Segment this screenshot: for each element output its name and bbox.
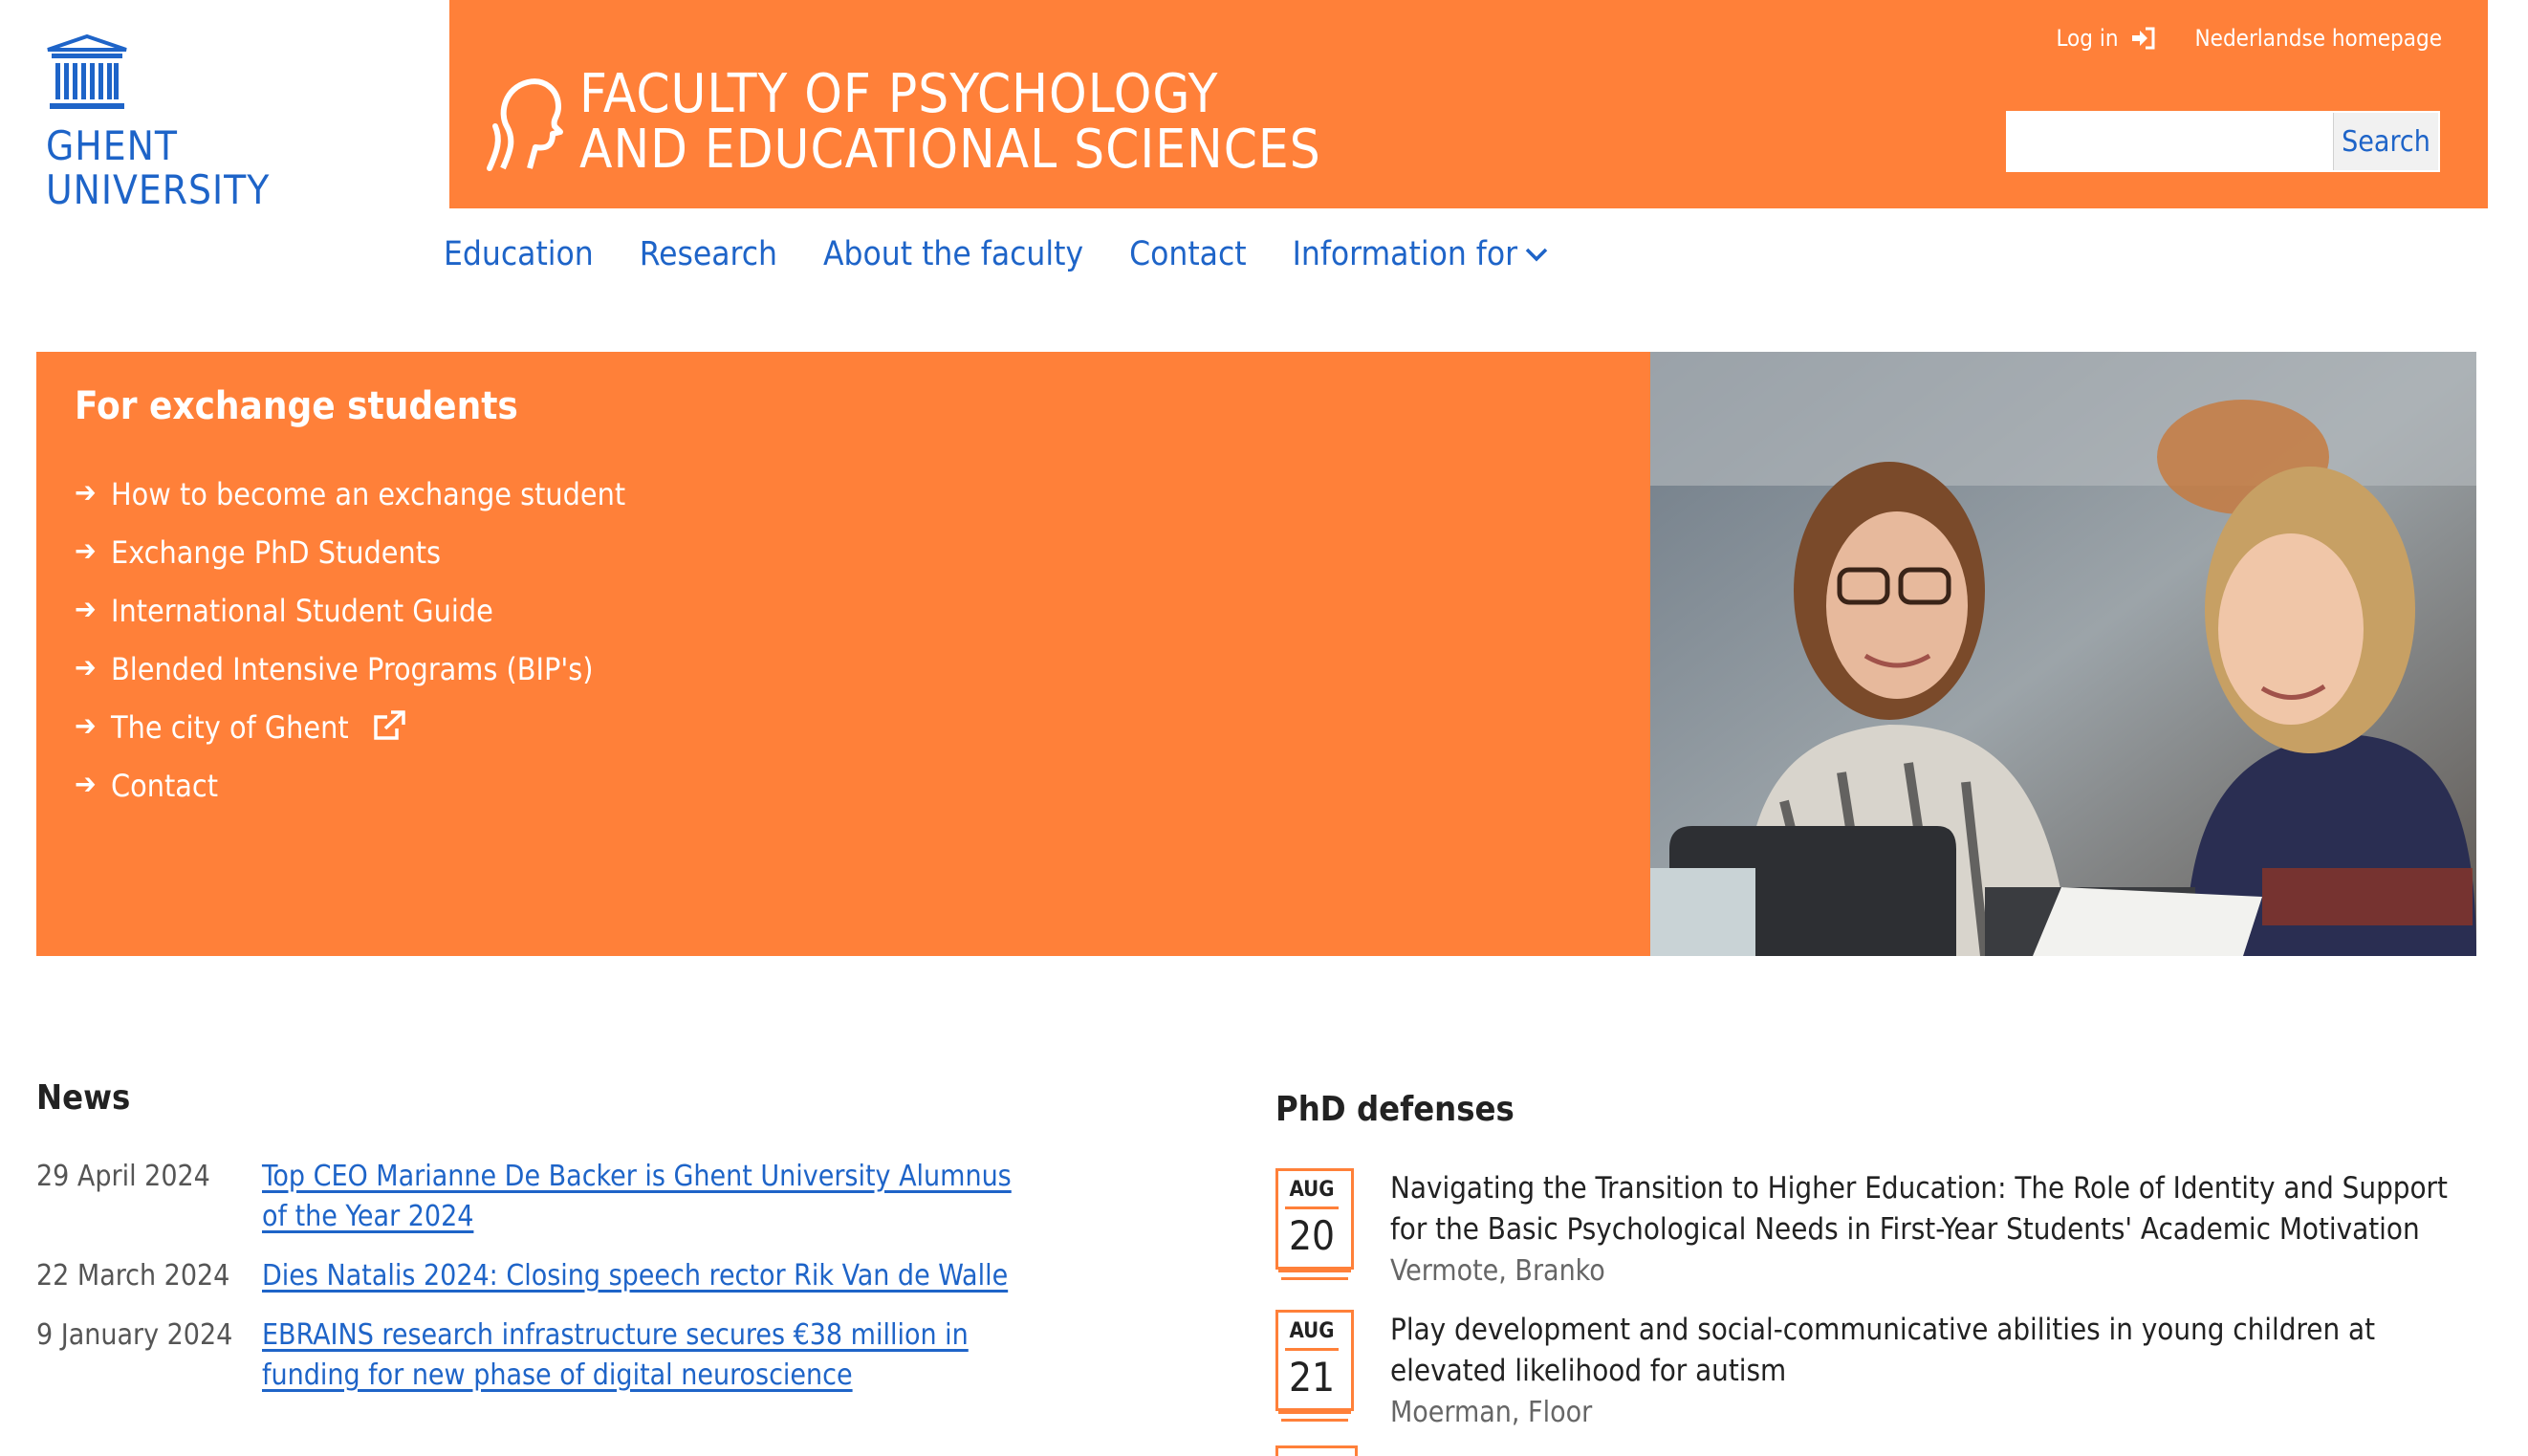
arrow-right-icon: ➔ [75, 534, 97, 568]
nav-contact[interactable]: Contact [1129, 235, 1247, 273]
phd-defense-item[interactable]: AUG 21 Play development and social-commu… [1275, 1310, 2490, 1434]
news-date: 9 January 2024 [36, 1318, 233, 1352]
news-item: 29 April 2024 Top CEO Marianne De Backer… [36, 1157, 1021, 1237]
phd-defense-item[interactable]: AUG 20 Navigating the Transition to High… [1275, 1168, 2490, 1293]
search-button[interactable]: Search [2333, 113, 2438, 170]
exchange-links-list: ➔ How to become an exchange student ➔ Ex… [75, 476, 625, 826]
phd-defense-text: Navigating the Transition to Higher Educ… [1390, 1168, 2490, 1293]
news-heading: News [36, 1078, 131, 1118]
news-list: 29 April 2024 Top CEO Marianne De Backer… [36, 1157, 1021, 1415]
calendar-date-icon: AUG 21 [1275, 1310, 1354, 1423]
nav-information-for[interactable]: Information for [1293, 235, 1548, 273]
university-building-icon [47, 34, 127, 109]
search-input[interactable] [2008, 113, 2333, 170]
search-box: Search [2006, 111, 2440, 172]
phd-defense-author: Moerman, Floor [1390, 1396, 1593, 1429]
link-blended-intensive-programs[interactable]: ➔ Blended Intensive Programs (BIP's) [75, 651, 625, 709]
arrow-right-icon: ➔ [75, 709, 97, 743]
calendar-day: 21 [1288, 1354, 1336, 1401]
ghent-university-logo[interactable]: GHENT UNIVERSITY [46, 34, 271, 213]
nav-education[interactable]: Education [444, 235, 594, 273]
phd-defense-text: Play development and social-communicativ… [1390, 1310, 2490, 1434]
news-link[interactable]: Top CEO Marianne De Backer is Ghent Univ… [262, 1157, 1021, 1237]
news-date: 22 March 2024 [36, 1259, 230, 1293]
external-link-icon [373, 710, 405, 740]
nav-about-the-faculty[interactable]: About the faculty [823, 235, 1083, 273]
students-photo [1650, 352, 2476, 956]
phd-defenses-heading: PhD defenses [1275, 1090, 1515, 1129]
arrow-right-icon: ➔ [75, 768, 97, 801]
phd-defense-author: Vermote, Branko [1390, 1254, 1605, 1288]
phd-defenses-list: AUG 20 Navigating the Transition to High… [1275, 1168, 2490, 1451]
nav-research[interactable]: Research [640, 235, 777, 273]
link-city-of-ghent[interactable]: ➔ The city of Ghent [75, 709, 625, 768]
exchange-students-panel: For exchange students ➔ How to become an… [36, 352, 1650, 956]
sign-in-icon [2131, 27, 2154, 50]
login-link[interactable]: Log in [2056, 25, 2154, 52]
news-link[interactable]: Dies Natalis 2024: Closing speech rector… [262, 1256, 1008, 1296]
link-contact[interactable]: ➔ Contact [75, 768, 625, 826]
news-item: 22 March 2024 Dies Natalis 2024: Closing… [36, 1256, 1021, 1296]
calendar-date-icon: AUG 20 [1275, 1168, 1354, 1281]
phd-defense-title: Play development and social-communicativ… [1390, 1313, 2376, 1388]
arrow-right-icon: ➔ [75, 593, 97, 626]
link-international-student-guide[interactable]: ➔ International Student Guide [75, 593, 625, 651]
news-link[interactable]: EBRAINS research infrastructure secures … [262, 1315, 1021, 1396]
arrow-right-icon: ➔ [75, 476, 97, 510]
faculty-title[interactable]: FACULTY OF PSYCHOLOGY AND EDUCATIONAL SC… [579, 67, 1321, 178]
phd-defense-title: Navigating the Transition to Higher Educ… [1390, 1171, 2448, 1247]
page: GHENT UNIVERSITY FACULTY OF PSYCHOLOGY A… [0, 0, 2528, 1456]
dutch-homepage-link[interactable]: Nederlandse homepage [2195, 25, 2443, 52]
news-date: 29 April 2024 [36, 1160, 210, 1193]
chevron-down-icon [1525, 248, 1548, 262]
panel-title: For exchange students [75, 384, 518, 428]
calendar-month: AUG [1289, 1319, 1335, 1343]
link-exchange-phd-students[interactable]: ➔ Exchange PhD Students [75, 534, 625, 593]
calendar-month: AUG [1289, 1178, 1335, 1202]
calendar-date-icon-partial [1275, 1445, 1358, 1456]
head-profile-icon [487, 78, 563, 171]
calendar-day: 20 [1288, 1212, 1336, 1259]
university-name: GHENT UNIVERSITY [46, 122, 271, 213]
main-nav: Education Research About the faculty Con… [444, 235, 1548, 273]
top-links: Log in Nederlandse homepage [2056, 25, 2442, 52]
news-item: 9 January 2024 EBRAINS research infrastr… [36, 1315, 1021, 1396]
arrow-right-icon: ➔ [75, 651, 97, 685]
link-how-to-become-exchange-student[interactable]: ➔ How to become an exchange student [75, 476, 625, 534]
